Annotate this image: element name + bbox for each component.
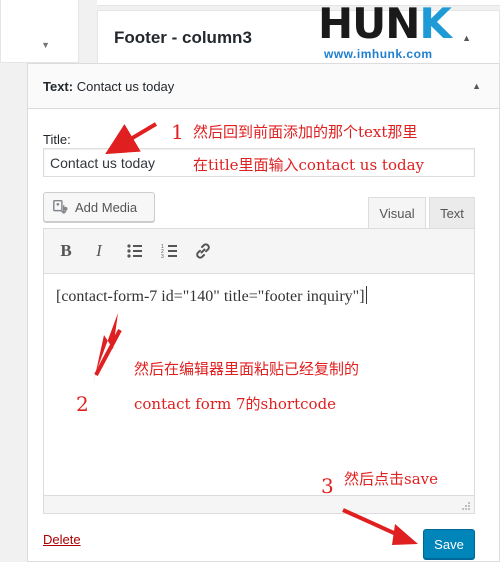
add-media-label: Add Media [75,199,138,215]
add-media-button[interactable]: Add Media [43,192,155,222]
widget-title-text: Contact us today [76,79,175,94]
step3-number: 3 [321,474,334,498]
bulleted-list-glyph [127,244,142,258]
bulleted-list-icon[interactable] [122,238,148,264]
resize-handle-icon[interactable] [461,501,471,511]
logo: HUNK www.imhunk.com [318,0,452,66]
step2-line2: contact form 7的shortcode [134,395,337,413]
delete-link[interactable]: Delete [43,532,81,547]
step1-line2: 在title里面输入contact us today [193,156,424,174]
logo-word: HUNK [318,0,452,48]
numbered-list-icon[interactable]: 1 2 3 [157,238,183,264]
svg-text:3: 3 [161,254,164,260]
logo-word-main: HUN [318,0,420,48]
step3-line1: 然后点击save [344,470,438,488]
step2-number: 2 [76,392,89,416]
italic-icon[interactable]: I [86,238,112,264]
editor-content[interactable]: [contact-form-7 id="140" title="footer i… [56,286,367,306]
logo-word-accent: K [419,0,452,48]
collapsed-widget-area[interactable]: ▼ [0,0,79,63]
add-media-icon [53,199,68,214]
step1-line1: 然后回到前面添加的那个text那里 [193,123,418,141]
widget-header[interactable]: Text: Contact us today ▲ [28,64,499,109]
widget-type-label: Text: [43,79,74,94]
save-button[interactable]: Save [423,529,475,559]
numbered-list-glyph: 1 2 3 [161,244,177,260]
caret-up-icon[interactable]: ▲ [462,33,471,43]
logo-url: www.imhunk.com [324,47,433,61]
editor-statusbar [44,495,474,513]
caret-up-icon[interactable]: ▲ [472,81,481,91]
widget-title: Text: Contact us today [43,79,174,94]
bold-icon[interactable]: B [53,238,79,264]
text-cursor [365,286,367,304]
tab-visual[interactable]: Visual [368,197,426,229]
tab-text[interactable]: Text [429,197,475,229]
shortcode-text: [contact-form-7 id="140" title="footer i… [56,288,365,305]
sidebar-title: Footer - column3 [114,28,252,47]
title-label: Title: [43,132,71,147]
step1-number: 1 [171,120,184,144]
link-icon[interactable] [190,238,216,264]
link-glyph [196,243,210,259]
step2-line1: 然后在编辑器里面粘贴已经复制的 [134,360,360,378]
editor-toolbar: B I 1 2 3 [44,229,474,274]
caret-down-icon[interactable]: ▼ [41,40,50,50]
